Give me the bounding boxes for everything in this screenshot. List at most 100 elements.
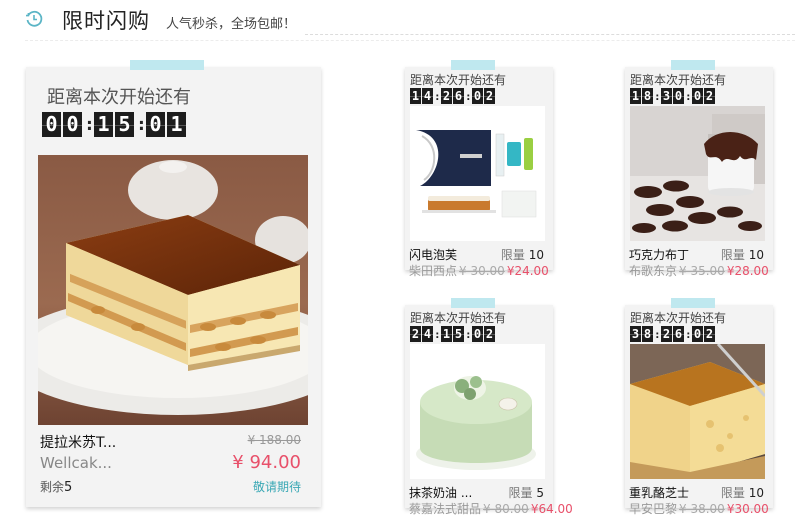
product-image-tiramisu[interactable] [38,155,308,425]
timer-digit: 1 [441,326,452,342]
product-image-matcha-cream-cake[interactable] [410,344,545,479]
purchase-limit: 限量 10 [721,484,764,501]
timer-digit: 5 [115,112,134,137]
timer-digit: 0 [42,112,61,137]
shop-price-line: 布歌东京 ¥ 35.00 ¥28.00 [629,262,769,279]
section-header: 限时闪购 人气秒杀，全场包邮！ [0,0,798,41]
shop-name[interactable]: Wellcak... [40,454,112,472]
shop-name[interactable]: 布歌东京 [629,264,677,278]
timer-digit: 0 [692,326,703,342]
timer-digit: 0 [673,88,684,104]
timer-separator: : [465,327,472,341]
featured-deal-card[interactable]: 距离本次开始还有 0 0 : 1 5 : 0 1 提拉米苏T... ¥ 188.… [26,60,321,507]
limit-value: 10 [528,248,544,262]
timer-separator: : [685,327,692,341]
product-name[interactable]: 巧克力布丁 [629,246,689,263]
card-tab [451,60,495,70]
card-tab [671,60,715,70]
timer-digit: 3 [630,326,641,342]
limit-value: 10 [748,486,764,500]
product-name[interactable]: 重乳酪芝士 [629,484,689,501]
product-name[interactable]: 抹茶奶油 ... [409,484,472,501]
timer-digit: 6 [673,326,684,342]
product-image-chocolate-pudding[interactable] [630,106,765,241]
timer-separator: : [654,89,661,103]
limit-value: 10 [748,248,764,262]
timer-digit: 4 [422,88,433,104]
divider [305,34,795,35]
timer-digit: 0 [63,112,82,137]
sale-price: ¥64.00 [530,502,573,516]
timer-separator: : [465,89,472,103]
limit-label: 限量 [500,248,525,262]
original-price: ¥ 35.00 [679,264,725,278]
remind-link[interactable]: 敬请期待 [253,478,301,495]
original-price: ¥ 30.00 [459,264,505,278]
product-image-eclair[interactable] [410,106,545,241]
timer-digit: 1 [410,88,421,104]
limit-label: 限量 [508,486,533,500]
countdown-timer: 0 0 : 1 5 : 0 1 [42,112,188,137]
timer-separator: : [654,327,661,341]
card-tab [671,298,715,308]
shop-price-line: 蔡嘉法式甜品 ¥ 80.00 ¥64.00 [409,500,573,517]
stock-value: 5 [64,480,73,495]
deal-card[interactable]: 距离本次开始还有 3 8 : 2 6 : 0 2 重乳酪芝士 限量 10 早安巴… [625,298,773,516]
countdown-label: 距离本次开始还有 [47,87,191,108]
deal-card[interactable]: 距离本次开始还有 1 8 : 3 0 : 0 2 巧克力布丁 限量 10 布歌东… [625,60,773,278]
timer-digit: 0 [692,88,703,104]
shop-price-line: 柴田西点 ¥ 30.00 ¥24.00 [409,262,549,279]
deal-card[interactable]: 距离本次开始还有 1 4 : 2 6 : 0 2 闪电泡芙 限量 10 柴田西点… [405,60,553,278]
timer-digit: 0 [146,112,165,137]
limit-label: 限量 [720,248,745,262]
stock-remaining: 剩余5 [40,478,72,495]
sale-price: ¥ 94.00 [232,452,301,473]
timer-separator: : [84,114,95,135]
timer-digit: 2 [704,326,715,342]
original-price: ¥ 188.00 [247,433,301,447]
timer-digit: 2 [661,326,672,342]
shop-name[interactable]: 蔡嘉法式甜品 [409,502,481,516]
countdown-label: 距离本次开始还有 [410,311,507,325]
timer-digit: 8 [642,326,653,342]
countdown-label: 距离本次开始还有 [630,73,727,87]
shop-price-line: 早安巴黎 ¥ 38.00 ¥30.00 [629,500,769,517]
timer-separator: : [685,89,692,103]
sale-price: ¥30.00 [726,502,769,516]
timer-digit: 0 [472,88,483,104]
countdown-timer: 1 4 : 2 6 : 0 2 [410,88,496,104]
timer-digit: 1 [167,112,186,137]
countdown-label: 距离本次开始还有 [410,73,507,87]
original-price: ¥ 80.00 [483,502,529,516]
timer-digit: 6 [453,88,464,104]
card-tab [451,298,495,308]
purchase-limit: 限量 10 [721,246,764,263]
limit-value: 5 [536,486,544,500]
product-name[interactable]: 提拉米苏T... [40,432,116,452]
timer-digit: 1 [630,88,641,104]
original-price: ¥ 38.00 [679,502,725,516]
countdown-timer: 2 4 : 1 5 : 0 2 [410,326,496,342]
deal-card[interactable]: 距离本次开始还有 2 4 : 1 5 : 0 2 抹茶奶油 ... 限量 5 蔡… [405,298,573,516]
timer-digit: 8 [642,88,653,104]
sale-price: ¥28.00 [726,264,769,278]
purchase-limit: 限量 10 [501,246,544,263]
timer-digit: 1 [94,112,113,137]
product-name[interactable]: 闪电泡芙 [409,246,457,263]
shop-name[interactable]: 早安巴黎 [629,502,677,516]
sale-price: ¥24.00 [506,264,549,278]
product-image-cheesecake[interactable] [630,344,765,479]
timer-digit: 2 [484,326,495,342]
timer-digit: 2 [484,88,495,104]
stock-label: 剩余 [40,480,65,494]
shop-name[interactable]: 柴田西点 [409,264,457,278]
countdown-timer: 1 8 : 3 0 : 0 2 [630,88,716,104]
timer-digit: 4 [422,326,433,342]
divider [25,40,795,41]
timer-separator: : [136,114,147,135]
timer-digit: 0 [472,326,483,342]
card-tab [130,60,204,70]
countdown-label: 距离本次开始还有 [630,311,727,325]
timer-separator: : [434,89,441,103]
timer-digit: 5 [453,326,464,342]
